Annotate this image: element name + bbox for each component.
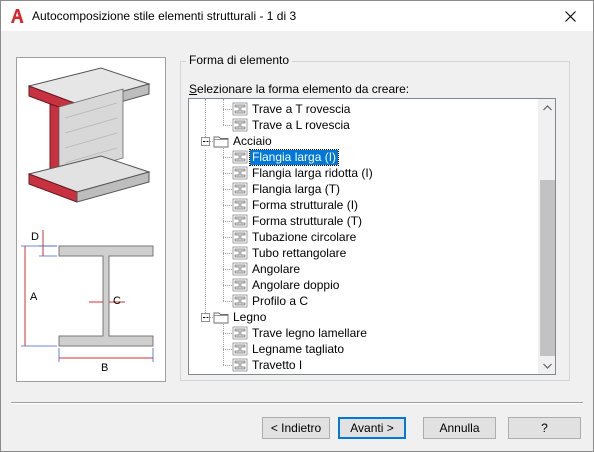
tree-item-label: Legname tagliato [252,341,345,356]
tree-item-label: Trave a L rovescia [252,117,350,132]
i-beam-3d-icon [27,67,151,203]
close-icon [565,10,576,22]
dialog-window: Autocomposizione stile elementi struttur… [0,0,594,452]
help-button-label: ? [541,421,548,435]
i-beam-section-diagram: D A C B [21,230,154,374]
title-bar: Autocomposizione stile elementi struttur… [1,1,593,31]
tree-shape-item[interactable]: Flangia larga ridotta (I) [232,165,375,181]
member-shape-icon [232,166,248,180]
member-shape-icon [232,278,248,292]
tree-shape-item[interactable]: Trave legno lamellare [232,325,369,341]
cancel-button[interactable]: Annulla [423,417,496,439]
dimension-label-b: B [101,362,108,374]
scroll-down-button[interactable] [539,357,555,374]
tree-caption: Selezionare la forma elemento da creare: [189,82,409,96]
tree-shape-item[interactable]: Flangia larga (T) [232,181,342,197]
window-title: Autocomposizione stile elementi struttur… [32,9,297,23]
tree-shape-item[interactable]: Legname tagliato [232,341,346,357]
tree-item-label: Acciaio [233,133,272,148]
tree-shape-item[interactable]: Angolare [232,261,302,277]
scroll-up-button[interactable] [539,99,555,116]
cancel-button-label: Annulla [439,421,480,435]
close-button[interactable] [548,1,593,31]
folder-icon [213,134,229,148]
tree-shape-item[interactable]: Tubazione circolare [232,229,358,245]
folder-icon [213,310,229,324]
member-shape-icon [232,182,248,196]
member-shape-icon [232,262,248,276]
tree-shape-item[interactable]: Trave a T rovescia [232,101,352,117]
tree-folder-item[interactable]: Acciaio [213,133,274,149]
chevron-down-icon [543,363,552,369]
tree-item-label: Profilo a C [252,293,309,308]
member-shape-icon [232,118,248,132]
tree-caption-accesskey: S [189,82,198,96]
help-button[interactable]: ? [508,417,581,439]
member-shape-icon [232,358,248,372]
member-shape-icon [232,102,248,116]
tree-shape-item[interactable]: Forma strutturale (T) [232,213,364,229]
scroll-thumb[interactable] [540,180,555,356]
dimension-label-c: C [113,295,121,307]
member-shape-icon [232,150,248,164]
tree-item-label: Travetto I [252,357,303,372]
tree-shape-item[interactable]: Travetto I [232,357,304,373]
footer-separator [11,402,583,404]
tree-item-label: Legno [233,309,267,324]
tree-item-label: Trave legno lamellare [252,325,367,340]
chevron-up-icon [543,104,552,110]
tree-folder-item[interactable]: Legno [213,309,268,325]
tree-shape-item[interactable]: Trave a L rovescia [232,117,352,133]
tree-vertical-scrollbar[interactable] [538,99,555,374]
dimension-label-d: D [31,231,39,243]
tree-caption-text: elezionare la forma elemento da creare: [197,82,410,96]
tree-shape-item[interactable]: Angolare doppio [232,277,341,293]
tree-item-label: Trave a T rovescia [252,101,351,116]
tree-shape-item[interactable]: Flangia larga (I) [232,148,340,166]
member-shape-icon [232,214,248,228]
groupbox-title: Forma di elemento [186,53,293,67]
shape-tree-view[interactable]: Trave a T rovescia Trave a L rovescia Acci… [188,98,556,375]
member-shape-icon [232,342,248,356]
member-shape-icon [232,246,248,260]
i-beam-illustration: D A C B [21,67,154,374]
tree-item-label: Forma strutturale (T) [252,213,363,228]
tree-shape-item[interactable]: Forma strutturale (I) [232,197,360,213]
member-shape-icon [232,198,248,212]
tree-item-label: Flangia larga (I) [248,148,340,166]
tree-item-label: Tubazione circolare [252,229,357,244]
member-shape-icon [232,230,248,244]
back-button[interactable]: < Indietro [262,417,330,439]
member-shape-icon [232,294,248,308]
next-button[interactable]: Avanti > [338,417,406,439]
dimension-label-a: A [30,291,38,303]
tree-shape-item[interactable]: Tubo rettangolare [232,245,348,261]
tree-item-label: Tubo rettangolare [252,245,347,260]
tree-item-label: Angolare [252,261,301,276]
tree-item-label: Angolare doppio [252,277,340,292]
tree-shape-item[interactable]: Profilo a C [232,293,310,309]
tree-item-label: Flangia larga (T) [252,181,341,196]
shape-preview-panel: D A C B [16,57,166,382]
back-button-label: < Indietro [270,421,322,435]
tree-item-label: Forma strutturale (I) [252,197,359,212]
member-shape-icon [232,326,248,340]
autocad-a-icon [11,9,24,23]
tree-item-label: Flangia larga ridotta (I) [252,165,373,180]
next-button-label: Avanti > [350,421,394,435]
